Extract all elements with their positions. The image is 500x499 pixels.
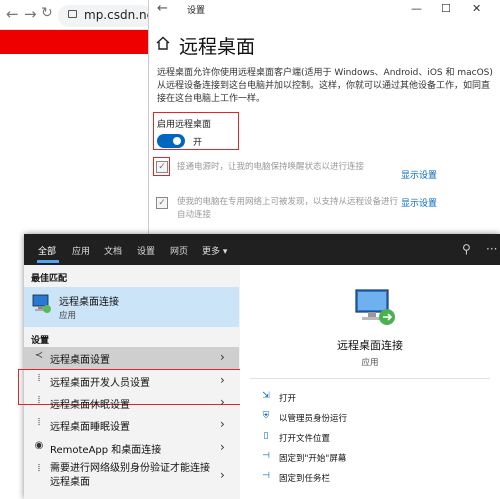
tab-settings[interactable]: 设置 [137,244,155,257]
results-list: 最佳匹配 远程桌面连接 应用 设置 ≺ 远程桌面设置 › ⦙ 远程桌面开发人员设… [18,265,250,499]
result-label: RemoteApp 和桌面连接 [50,445,162,456]
remote-settings-icon: ≺ [34,350,44,361]
result-remote-desktop-settings[interactable]: ≺ 远程桌面设置 › [24,347,239,369]
keep-awake-label: 接通电源时，让我的电脑保持唤醒状态以进行连接 [177,162,365,172]
action-open[interactable]: ⇲ 打开 [260,389,490,407]
tab-apps[interactable]: 应用 [72,244,90,257]
toggle-state-text: 开 [193,138,203,148]
chevron-right-icon[interactable]: › [220,350,225,364]
show-settings-link-2[interactable]: 显示设置 [401,196,437,209]
maximize-icon[interactable]: ☐ [441,2,451,15]
toggle-knob [173,137,181,145]
action-pin-to-taskbar[interactable]: ⊣ 固定到任务栏 [260,469,490,487]
action-label: 打开文件位置 [279,434,331,444]
settings-list-icon: ⦙ [37,395,41,406]
best-match-heading: 最佳匹配 [31,274,68,284]
discoverable-checkbox[interactable]: ✓ [156,197,168,209]
open-icon: ⇲ [262,391,270,401]
enable-remote-desktop-label: 启用远程桌面 [157,120,212,130]
tab-all[interactable]: 全部 [38,244,56,257]
chevron-right-icon[interactable]: › [220,440,225,454]
result-hibernate-settings[interactable]: ⦙ 远程桌面休眠设置 › [24,392,239,414]
more-options-icon[interactable]: ··· [486,242,497,256]
file-location-icon: ▯ [263,431,269,441]
action-label: 以管理员身份运行 [279,414,348,424]
action-pin-to-start[interactable]: ⊣ 固定到"开始"屏幕 [260,449,490,467]
lock-icon [68,10,77,18]
back-arrow-icon[interactable]: ← [6,5,19,23]
result-sleep-settings[interactable]: ⦙ 远程桌面睡眠设置 › [24,414,239,436]
tab-documents[interactable]: 文档 [104,244,122,257]
preview-title: 远程桌面连接 [337,339,403,352]
search-panel: 全部 应用 文档 设置 网页 更多 ▾ ⚲ ··· 最佳匹配 远程桌面连接 应用… [18,234,500,499]
remote-desktop-app-icon [32,294,51,313]
browser-window: ← → ↻ mp.csdn.net/pc [0,0,153,240]
window-title: 设置 [187,6,206,16]
result-developer-settings[interactable]: ⦙ 远程桌面开发人员设置 › [24,370,239,392]
close-icon[interactable]: ✕ [472,2,481,15]
action-label: 固定到"开始"屏幕 [279,454,347,464]
tab-more[interactable]: 更多 ▾ [202,244,227,257]
settings-list-icon: ⦙ [37,373,41,384]
result-label: 远程桌面睡眠设置 [50,422,130,433]
chevron-right-icon[interactable]: › [220,468,225,482]
reload-icon[interactable]: ↻ [41,5,53,21]
chevron-right-icon[interactable]: › [220,417,225,431]
preview-subtitle: 应用 [361,358,379,368]
show-settings-link-1[interactable]: 显示设置 [401,168,437,181]
pin-icon: ⊣ [262,451,270,461]
keep-awake-checkbox[interactable]: ✓ [156,161,168,173]
settings-list-icon: ⦙ [37,417,41,428]
action-open-file-location[interactable]: ▯ 打开文件位置 [260,429,490,447]
tab-web[interactable]: 网页 [170,244,188,257]
feedback-icon[interactable]: ⚲ [462,242,471,256]
action-run-as-admin[interactable]: ⛨ 以管理员身份运行 [260,409,490,427]
result-label: 远程桌面开发人员设置 [50,378,150,389]
result-label: 远程桌面设置 [50,355,110,366]
preview-pane: 远程桌面连接 应用 ⇲ 打开 ⛨ 以管理员身份运行 ▯ 打开文件位置 ⊣ 固定到… [240,265,500,499]
discoverable-label: 使我的电脑在专用网络上可被发现，以支持从远程设备进行自动连接 [177,197,399,220]
settings-heading: 设置 [31,336,50,346]
result-label: 需要进行网络级别身份验证才能连接远程桌面 [50,463,210,488]
action-label: 打开 [279,394,297,404]
url-text: mp.csdn.net/pc [84,8,153,22]
active-tab-indicator [37,260,59,263]
action-label: 固定到任务栏 [279,474,331,484]
page-description: 远程桌面允许你使用远程桌面客户端(适用于 Windows、Android、iOS… [157,68,493,104]
preview-divider [250,378,490,379]
chevron-right-icon[interactable]: › [220,373,225,387]
result-nla-setting[interactable]: ⦙ 需要进行网络级别身份验证才能连接远程桌面 › [24,460,239,494]
settings-window: ← 设置 — ☐ ✕ 远程桌面 远程桌面允许你使用远程桌面客户端(适用于 Win… [148,0,500,240]
best-match-item[interactable]: 远程桌面连接 应用 [24,287,239,327]
page-title: 远程桌面 [179,36,256,58]
home-icon[interactable] [156,36,170,50]
best-match-type: 应用 [59,311,77,321]
result-remoteapp[interactable]: ◉ RemoteApp 和桌面连接 › [24,437,239,459]
chevron-right-icon[interactable]: › [220,395,225,409]
search-tab-bar: 全部 应用 文档 设置 网页 更多 ▾ ⚲ ··· [24,234,500,265]
minimize-icon[interactable]: — [411,2,422,15]
remoteapp-icon: ◉ [34,440,44,451]
best-match-name: 远程桌面连接 [59,297,119,308]
settings-list-icon: ⦙ [37,463,41,474]
result-label: 远程桌面休眠设置 [50,400,130,411]
page-banner [0,30,148,54]
enable-remote-desktop-toggle[interactable] [157,134,185,148]
forward-arrow-icon[interactable]: → [24,5,37,23]
pin-icon: ⊣ [262,471,270,481]
back-icon[interactable]: ← [157,1,168,16]
remote-desktop-large-icon [355,289,395,325]
shield-icon: ⛨ [262,411,270,421]
